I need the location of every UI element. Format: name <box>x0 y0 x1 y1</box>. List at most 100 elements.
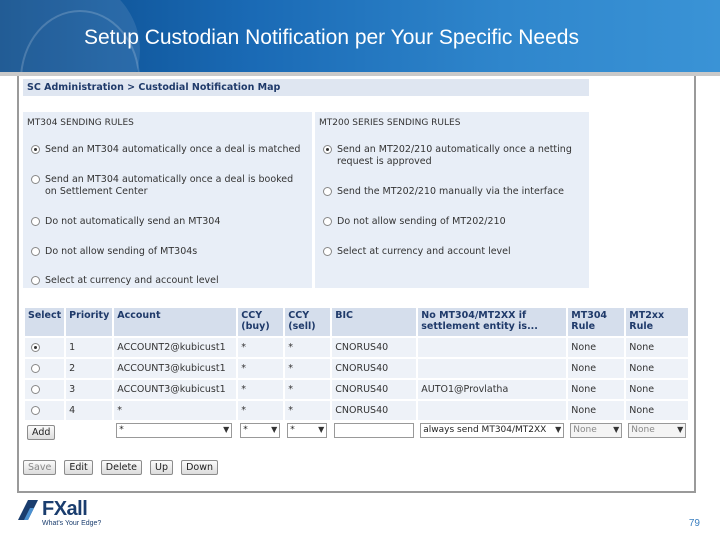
mt304-option-per-currency[interactable]: Select at currency and account level <box>31 275 301 287</box>
ccy-buy-cell: * <box>238 359 284 378</box>
chevron-down-icon: ▼ <box>613 425 620 434</box>
table-row[interactable]: 1 ACCOUNT2@kubicust1 * * CNORUS40 None N… <box>25 338 689 357</box>
edit-button[interactable]: Edit <box>64 460 93 475</box>
radio-icon[interactable] <box>323 247 332 256</box>
no-mt-entity-cell <box>418 338 567 357</box>
account-select-value: * <box>119 425 124 435</box>
mt200-rules-title: MT200 SERIES SENDING RULES <box>319 118 461 128</box>
mt304-rule-select-cell: None ▼ <box>568 422 625 442</box>
option-label: Do not allow sending of MT202/210 <box>337 216 506 227</box>
action-bar: Save Edit Delete Up Down <box>23 460 223 475</box>
no-mt-entity-select[interactable]: always send MT304/MT2XX ▼ <box>420 423 565 438</box>
no-mt-entity-select-cell: always send MT304/MT2XX ▼ <box>418 422 567 442</box>
bic-input[interactable] <box>334 423 415 438</box>
fxall-logo-icon <box>18 500 38 520</box>
radio-icon[interactable] <box>31 175 40 184</box>
radio-selected-icon[interactable] <box>323 145 332 154</box>
breadcrumb: SC Administration > Custodial Notificati… <box>23 79 589 96</box>
ccy-buy-select[interactable]: * ▼ <box>240 423 281 438</box>
mt2xx-rule-select-cell: None ▼ <box>626 422 689 442</box>
ccy-buy-cell: * <box>238 380 284 399</box>
mt200-option-per-currency[interactable]: Select at currency and account level <box>323 246 581 258</box>
mt2xx-rule-cell: None <box>626 380 689 399</box>
account-select[interactable]: * ▼ <box>116 423 233 438</box>
mt200-option-manual[interactable]: Send the MT202/210 manually via the inte… <box>323 186 581 198</box>
mt200-option-disallow[interactable]: Do not allow sending of MT202/210 <box>323 216 581 228</box>
option-label: Send an MT304 automatically once a deal … <box>45 144 301 155</box>
account-select-cell: * ▼ <box>114 422 237 442</box>
bic-cell: CNORUS40 <box>332 401 417 420</box>
mt2xx-rule-select[interactable]: None ▼ <box>628 423 687 438</box>
save-button[interactable]: Save <box>23 460 57 475</box>
priority-cell: 2 <box>66 359 113 378</box>
empty-cell <box>66 422 113 442</box>
ccy-sell-select-value: * <box>290 425 295 435</box>
slide-title: Setup Custodian Notification per Your Sp… <box>84 26 579 49</box>
slide-header: Setup Custodian Notification per Your Sp… <box>0 0 720 72</box>
ccy-sell-cell: * <box>285 359 331 378</box>
radio-selected-icon[interactable] <box>31 343 40 352</box>
radio-selected-icon[interactable] <box>31 145 40 154</box>
col-header-priority: Priority <box>66 308 113 336</box>
mt200-option-auto-approved[interactable]: Send an MT202/210 automatically once a n… <box>323 144 581 168</box>
table-row[interactable]: 4 * * * CNORUS40 None None <box>25 401 689 420</box>
mt304-rule-cell: None <box>568 359 625 378</box>
mt2xx-rule-cell: None <box>626 401 689 420</box>
down-button[interactable]: Down <box>181 460 218 475</box>
table-header-row: Select Priority Account CCY (buy) CCY (s… <box>25 308 689 336</box>
mt304-option-auto-booked[interactable]: Send an MT304 automatically once a deal … <box>31 174 301 198</box>
notification-rules-table: Select Priority Account CCY (buy) CCY (s… <box>23 306 690 444</box>
option-label: Do not allow sending of MT304s <box>45 246 198 257</box>
radio-icon[interactable] <box>31 406 40 415</box>
chevron-down-icon: ▼ <box>555 425 562 434</box>
mt304-rules-panel: MT304 SENDING RULES Send an MT304 automa… <box>23 112 312 288</box>
row-select-cell[interactable] <box>25 401 65 420</box>
radio-icon[interactable] <box>31 217 40 226</box>
table-row[interactable]: 2 ACCOUNT3@kubicust1 * * CNORUS40 None N… <box>25 359 689 378</box>
row-select-cell[interactable] <box>25 359 65 378</box>
fxall-logo: FXall What's Your Edge? <box>18 498 118 530</box>
mt304-rule-select[interactable]: None ▼ <box>570 423 623 438</box>
account-cell: * <box>114 401 237 420</box>
bic-cell: CNORUS40 <box>332 359 417 378</box>
add-button[interactable]: Add <box>27 424 56 440</box>
mt2xx-rule-cell: None <box>626 359 689 378</box>
ccy-sell-select-cell: * ▼ <box>285 422 331 442</box>
radio-icon[interactable] <box>323 217 332 226</box>
ccy-buy-select-cell: * ▼ <box>238 422 284 442</box>
priority-cell: 1 <box>66 338 113 357</box>
mt304-option-no-auto-send[interactable]: Do not automatically send an MT304 <box>31 216 301 228</box>
mt304-rule-select-value: None <box>573 425 597 435</box>
account-cell: ACCOUNT3@kubicust1 <box>114 359 237 378</box>
ccy-buy-cell: * <box>238 338 284 357</box>
up-button[interactable]: Up <box>150 460 174 475</box>
page-number: 79 <box>688 518 700 529</box>
col-header-bic: BIC <box>332 308 417 336</box>
radio-icon[interactable] <box>31 364 40 373</box>
radio-icon[interactable] <box>31 385 40 394</box>
mt304-option-disallow[interactable]: Do not allow sending of MT304s <box>31 246 301 258</box>
no-mt-entity-cell: AUTO1@Provlatha <box>418 380 567 399</box>
add-cell: Add <box>25 422 65 442</box>
col-header-mt2xx-rule: MT2xx Rule <box>626 308 689 336</box>
row-select-cell[interactable] <box>25 338 65 357</box>
ccy-buy-cell: * <box>238 401 284 420</box>
chevron-down-icon: ▼ <box>223 425 230 434</box>
delete-button[interactable]: Delete <box>100 460 143 475</box>
option-label: Send the MT202/210 manually via the inte… <box>337 186 564 197</box>
mt200-rules-panel: MT200 SERIES SENDING RULES Send an MT202… <box>315 112 589 288</box>
radio-icon[interactable] <box>31 276 40 285</box>
ccy-sell-cell: * <box>285 380 331 399</box>
option-label: Select at currency and account level <box>45 275 219 286</box>
mt304-rule-cell: None <box>568 338 625 357</box>
row-select-cell[interactable] <box>25 380 65 399</box>
mt304-rules-title: MT304 SENDING RULES <box>27 118 134 128</box>
radio-icon[interactable] <box>31 247 40 256</box>
option-label: Select at currency and account level <box>337 246 511 257</box>
ccy-sell-select[interactable]: * ▼ <box>287 423 328 438</box>
chevron-down-icon: ▼ <box>271 425 278 434</box>
mt304-option-auto-matched[interactable]: Send an MT304 automatically once a deal … <box>31 144 301 156</box>
table-row[interactable]: 3 ACCOUNT3@kubicust1 * * CNORUS40 AUTO1@… <box>25 380 689 399</box>
radio-icon[interactable] <box>323 187 332 196</box>
no-mt-entity-select-value: always send MT304/MT2XX <box>423 425 547 435</box>
